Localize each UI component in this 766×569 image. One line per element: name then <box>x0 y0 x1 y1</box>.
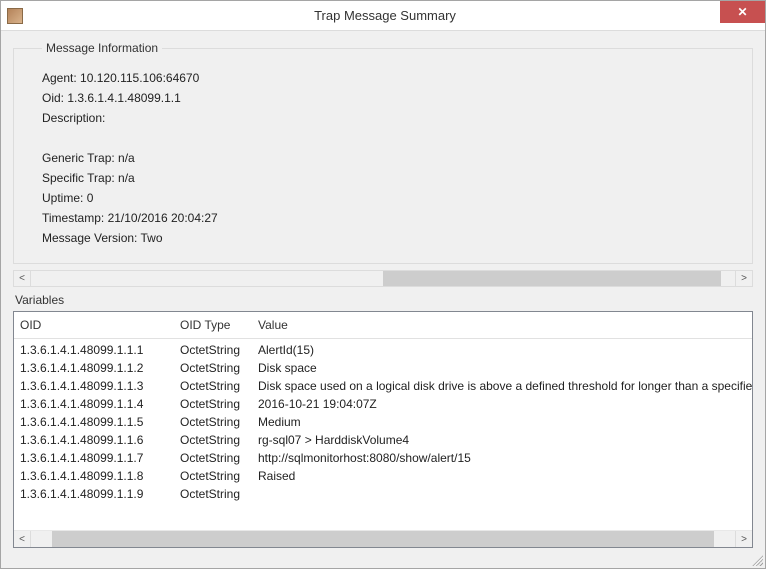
scroll-right-icon[interactable]: > <box>735 531 752 547</box>
agent-value: 10.120.115.106:64670 <box>80 71 199 85</box>
cell-value: AlertId(15) <box>258 341 752 359</box>
column-header-type[interactable]: OID Type <box>180 318 258 332</box>
cell-oid: 1.3.6.1.4.1.48099.1.1.1 <box>20 341 180 359</box>
cell-value: Medium <box>258 413 752 431</box>
table-row[interactable]: 1.3.6.1.4.1.48099.1.1.2OctetStringDisk s… <box>20 359 752 377</box>
cell-oid: 1.3.6.1.4.1.48099.1.1.5 <box>20 413 180 431</box>
variables-body: 1.3.6.1.4.1.48099.1.1.1OctetStringAlertI… <box>14 339 752 530</box>
scroll-track[interactable] <box>31 271 735 286</box>
cell-oid: 1.3.6.1.4.1.48099.1.1.6 <box>20 431 180 449</box>
oid-label: Oid: <box>42 91 64 105</box>
description-label: Description: <box>42 111 105 125</box>
variables-scrollbar[interactable]: < > <box>14 530 752 547</box>
cell-value <box>258 485 752 503</box>
uptime-value: 0 <box>87 191 94 205</box>
cell-oid: 1.3.6.1.4.1.48099.1.1.3 <box>20 377 180 395</box>
message-information-legend: Message Information <box>42 41 162 55</box>
table-row[interactable]: 1.3.6.1.4.1.48099.1.1.8OctetStringRaised <box>20 467 752 485</box>
oid-value: 1.3.6.1.4.1.48099.1.1 <box>67 91 180 105</box>
cell-type: OctetString <box>180 341 258 359</box>
oid-line: Oid: 1.3.6.1.4.1.48099.1.1 <box>42 91 742 105</box>
scroll-left-icon[interactable]: < <box>14 531 31 547</box>
cell-type: OctetString <box>180 449 258 467</box>
timestamp-label: Timestamp: <box>42 211 104 225</box>
cell-type: OctetString <box>180 467 258 485</box>
uptime-line: Uptime: 0 <box>42 191 742 205</box>
cell-type: OctetString <box>180 395 258 413</box>
statusbar <box>13 548 753 564</box>
cell-type: OctetString <box>180 377 258 395</box>
close-button[interactable]: ✕ <box>720 1 765 23</box>
message-information-group: Message Information Agent: 10.120.115.10… <box>13 41 753 264</box>
version-label: Message Version: <box>42 231 137 245</box>
scroll-left-icon[interactable]: < <box>14 271 31 286</box>
column-header-value[interactable]: Value <box>258 318 752 332</box>
scroll-track[interactable] <box>31 531 735 547</box>
titlebar[interactable]: Trap Message Summary ✕ <box>1 1 765 31</box>
variables-label: Variables <box>15 293 753 307</box>
trap-summary-window: Trap Message Summary ✕ Message Informati… <box>0 0 766 569</box>
cell-type: OctetString <box>180 413 258 431</box>
specific-trap-line: Specific Trap: n/a <box>42 171 742 185</box>
window-title: Trap Message Summary <box>5 8 765 23</box>
cell-value: Disk space used on a logical disk drive … <box>258 377 752 395</box>
cell-oid: 1.3.6.1.4.1.48099.1.1.7 <box>20 449 180 467</box>
table-row[interactable]: 1.3.6.1.4.1.48099.1.1.9OctetString <box>20 485 752 503</box>
variables-panel: OID OID Type Value 1.3.6.1.4.1.48099.1.1… <box>13 311 753 548</box>
specific-trap-value: n/a <box>118 171 135 185</box>
table-row[interactable]: 1.3.6.1.4.1.48099.1.1.6OctetStringrg-sql… <box>20 431 752 449</box>
table-row[interactable]: 1.3.6.1.4.1.48099.1.1.3OctetStringDisk s… <box>20 377 752 395</box>
specific-trap-label: Specific Trap: <box>42 171 115 185</box>
cell-value: 2016-10-21 19:04:07Z <box>258 395 752 413</box>
cell-value: Raised <box>258 467 752 485</box>
cell-value: rg-sql07 > HarddiskVolume4 <box>258 431 752 449</box>
close-icon: ✕ <box>737 5 747 19</box>
cell-type: OctetString <box>180 431 258 449</box>
message-info-scrollbar[interactable]: < > <box>13 270 753 287</box>
table-row[interactable]: 1.3.6.1.4.1.48099.1.1.1OctetStringAlertI… <box>20 341 752 359</box>
table-row[interactable]: 1.3.6.1.4.1.48099.1.1.7OctetStringhttp:/… <box>20 449 752 467</box>
description-line: Description: <box>42 111 742 125</box>
cell-oid: 1.3.6.1.4.1.48099.1.1.8 <box>20 467 180 485</box>
content-area: Message Information Agent: 10.120.115.10… <box>1 31 765 568</box>
resize-grip-icon[interactable] <box>751 554 763 566</box>
cell-value: Disk space <box>258 359 752 377</box>
scroll-thumb[interactable] <box>383 271 721 286</box>
column-header-oid[interactable]: OID <box>20 318 180 332</box>
version-value: Two <box>141 231 163 245</box>
cell-oid: 1.3.6.1.4.1.48099.1.1.2 <box>20 359 180 377</box>
agent-line: Agent: 10.120.115.106:64670 <box>42 71 742 85</box>
cell-value: http://sqlmonitorhost:8080/show/alert/15 <box>258 449 752 467</box>
table-row[interactable]: 1.3.6.1.4.1.48099.1.1.4OctetString2016-1… <box>20 395 752 413</box>
cell-oid: 1.3.6.1.4.1.48099.1.1.4 <box>20 395 180 413</box>
version-line: Message Version: Two <box>42 231 742 245</box>
timestamp-line: Timestamp: 21/10/2016 20:04:27 <box>42 211 742 225</box>
cell-type: OctetString <box>180 485 258 503</box>
cell-oid: 1.3.6.1.4.1.48099.1.1.9 <box>20 485 180 503</box>
generic-trap-value: n/a <box>118 151 135 165</box>
timestamp-value: 21/10/2016 20:04:27 <box>108 211 218 225</box>
scroll-right-icon[interactable]: > <box>735 271 752 286</box>
table-row[interactable]: 1.3.6.1.4.1.48099.1.1.5OctetStringMedium <box>20 413 752 431</box>
scroll-thumb[interactable] <box>52 531 714 547</box>
variables-header: OID OID Type Value <box>14 312 752 339</box>
uptime-label: Uptime: <box>42 191 83 205</box>
generic-trap-label: Generic Trap: <box>42 151 115 165</box>
generic-trap-line: Generic Trap: n/a <box>42 151 742 165</box>
agent-label: Agent: <box>42 71 77 85</box>
cell-type: OctetString <box>180 359 258 377</box>
